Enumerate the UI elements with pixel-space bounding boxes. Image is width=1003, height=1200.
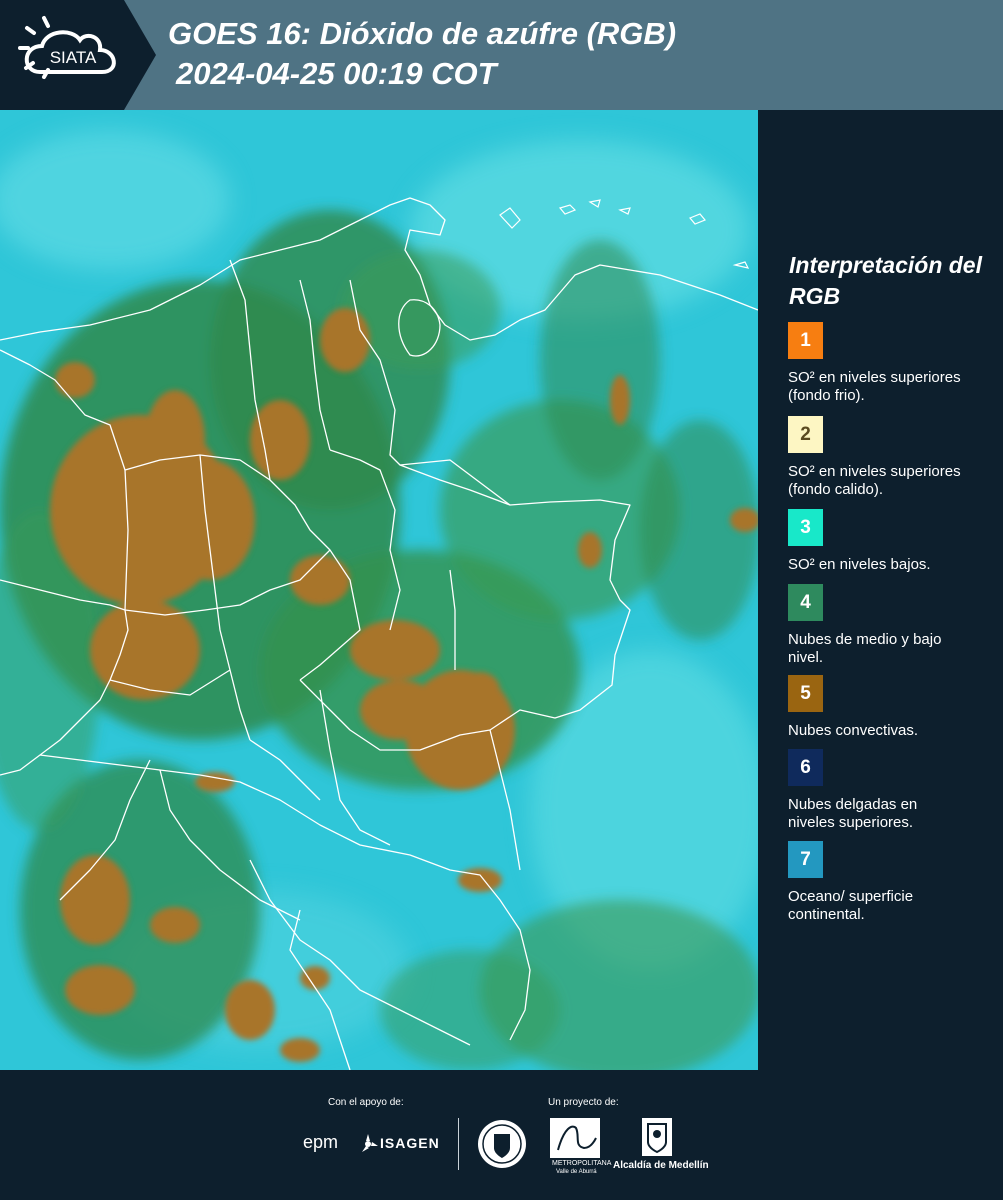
medellin-seal-icon <box>478 1120 526 1168</box>
legend-text-1: SO² en niveles superiores (fondo frio). <box>788 369 961 404</box>
legend-text-2: SO² en niveles superiores (fondo calido)… <box>788 463 961 498</box>
legend-swatch-2: 2 <box>788 416 823 453</box>
legend-text-3: SO² en niveles bajos. <box>788 556 931 573</box>
area-metropolitana-logo <box>550 1118 600 1158</box>
header-bar: SIATA GOES 16: Dióxido de azúfre (RGB) 2… <box>0 0 1003 110</box>
support-label: Con el apoyo de: <box>328 1097 404 1108</box>
logo-text: SIATA <box>50 48 97 67</box>
legend-swatch-7: 7 <box>788 841 823 878</box>
legend-item-3: 3 SO² en niveles bajos. <box>788 509 988 574</box>
legend-text-6: Nubes delgadas en niveles superiores. <box>788 796 918 831</box>
legend-text-4: Nubes de medio y bajo nivel. <box>788 631 942 666</box>
area-valle-text: Valle de Aburrá <box>556 1169 597 1175</box>
legend-item-5: 5 Nubes convectivas. <box>788 675 988 740</box>
project-label: Un proyecto de: <box>548 1097 619 1108</box>
alcaldia-text: Alcaldía de Medellín <box>613 1160 709 1171</box>
legend-item-6: 6 Nubes delgadas en niveles superiores. <box>788 749 988 832</box>
satellite-map <box>0 110 758 1070</box>
title-datetime: 2024-04-25 00:19 COT <box>176 56 497 91</box>
title-product: GOES 16: Dióxido de azúfre (RGB) <box>168 16 677 51</box>
isagen-logo: ISAGEN <box>380 1135 440 1151</box>
legend-item-2: 2 SO² en niveles superiores (fondo calid… <box>788 416 988 499</box>
legend-panel: Interpretación del RGB 1 SO² en niveles … <box>760 110 1003 1070</box>
legend-text-7: Oceano/ superficie continental. <box>788 888 914 923</box>
alcaldia-shield-icon <box>642 1118 672 1156</box>
area-metropolitana-text: METROPOLITANA <box>552 1160 612 1167</box>
legend-swatch-1: 1 <box>788 322 823 359</box>
legend-swatch-6: 6 <box>788 749 823 786</box>
siata-logo: SIATA <box>0 0 156 110</box>
legend-swatch-3: 3 <box>788 509 823 546</box>
legend-title: Interpretación del RGB <box>789 252 982 309</box>
footer-divider <box>458 1118 459 1170</box>
legend-item-7: 7 Oceano/ superficie continental. <box>788 841 988 924</box>
legend-swatch-5: 5 <box>788 675 823 712</box>
legend-text-5: Nubes convectivas. <box>788 722 919 739</box>
legend-item-1: 1 SO² en niveles superiores (fondo frio)… <box>788 322 988 405</box>
legend-item-4: 4 Nubes de medio y bajo nivel. <box>788 584 988 667</box>
legend-swatch-4: 4 <box>788 584 823 621</box>
footer-bar: Con el apoyo de: Un proyecto de: epm ISA… <box>0 1070 1003 1200</box>
epm-logo: epm <box>303 1132 339 1152</box>
isagen-icon <box>362 1134 378 1152</box>
